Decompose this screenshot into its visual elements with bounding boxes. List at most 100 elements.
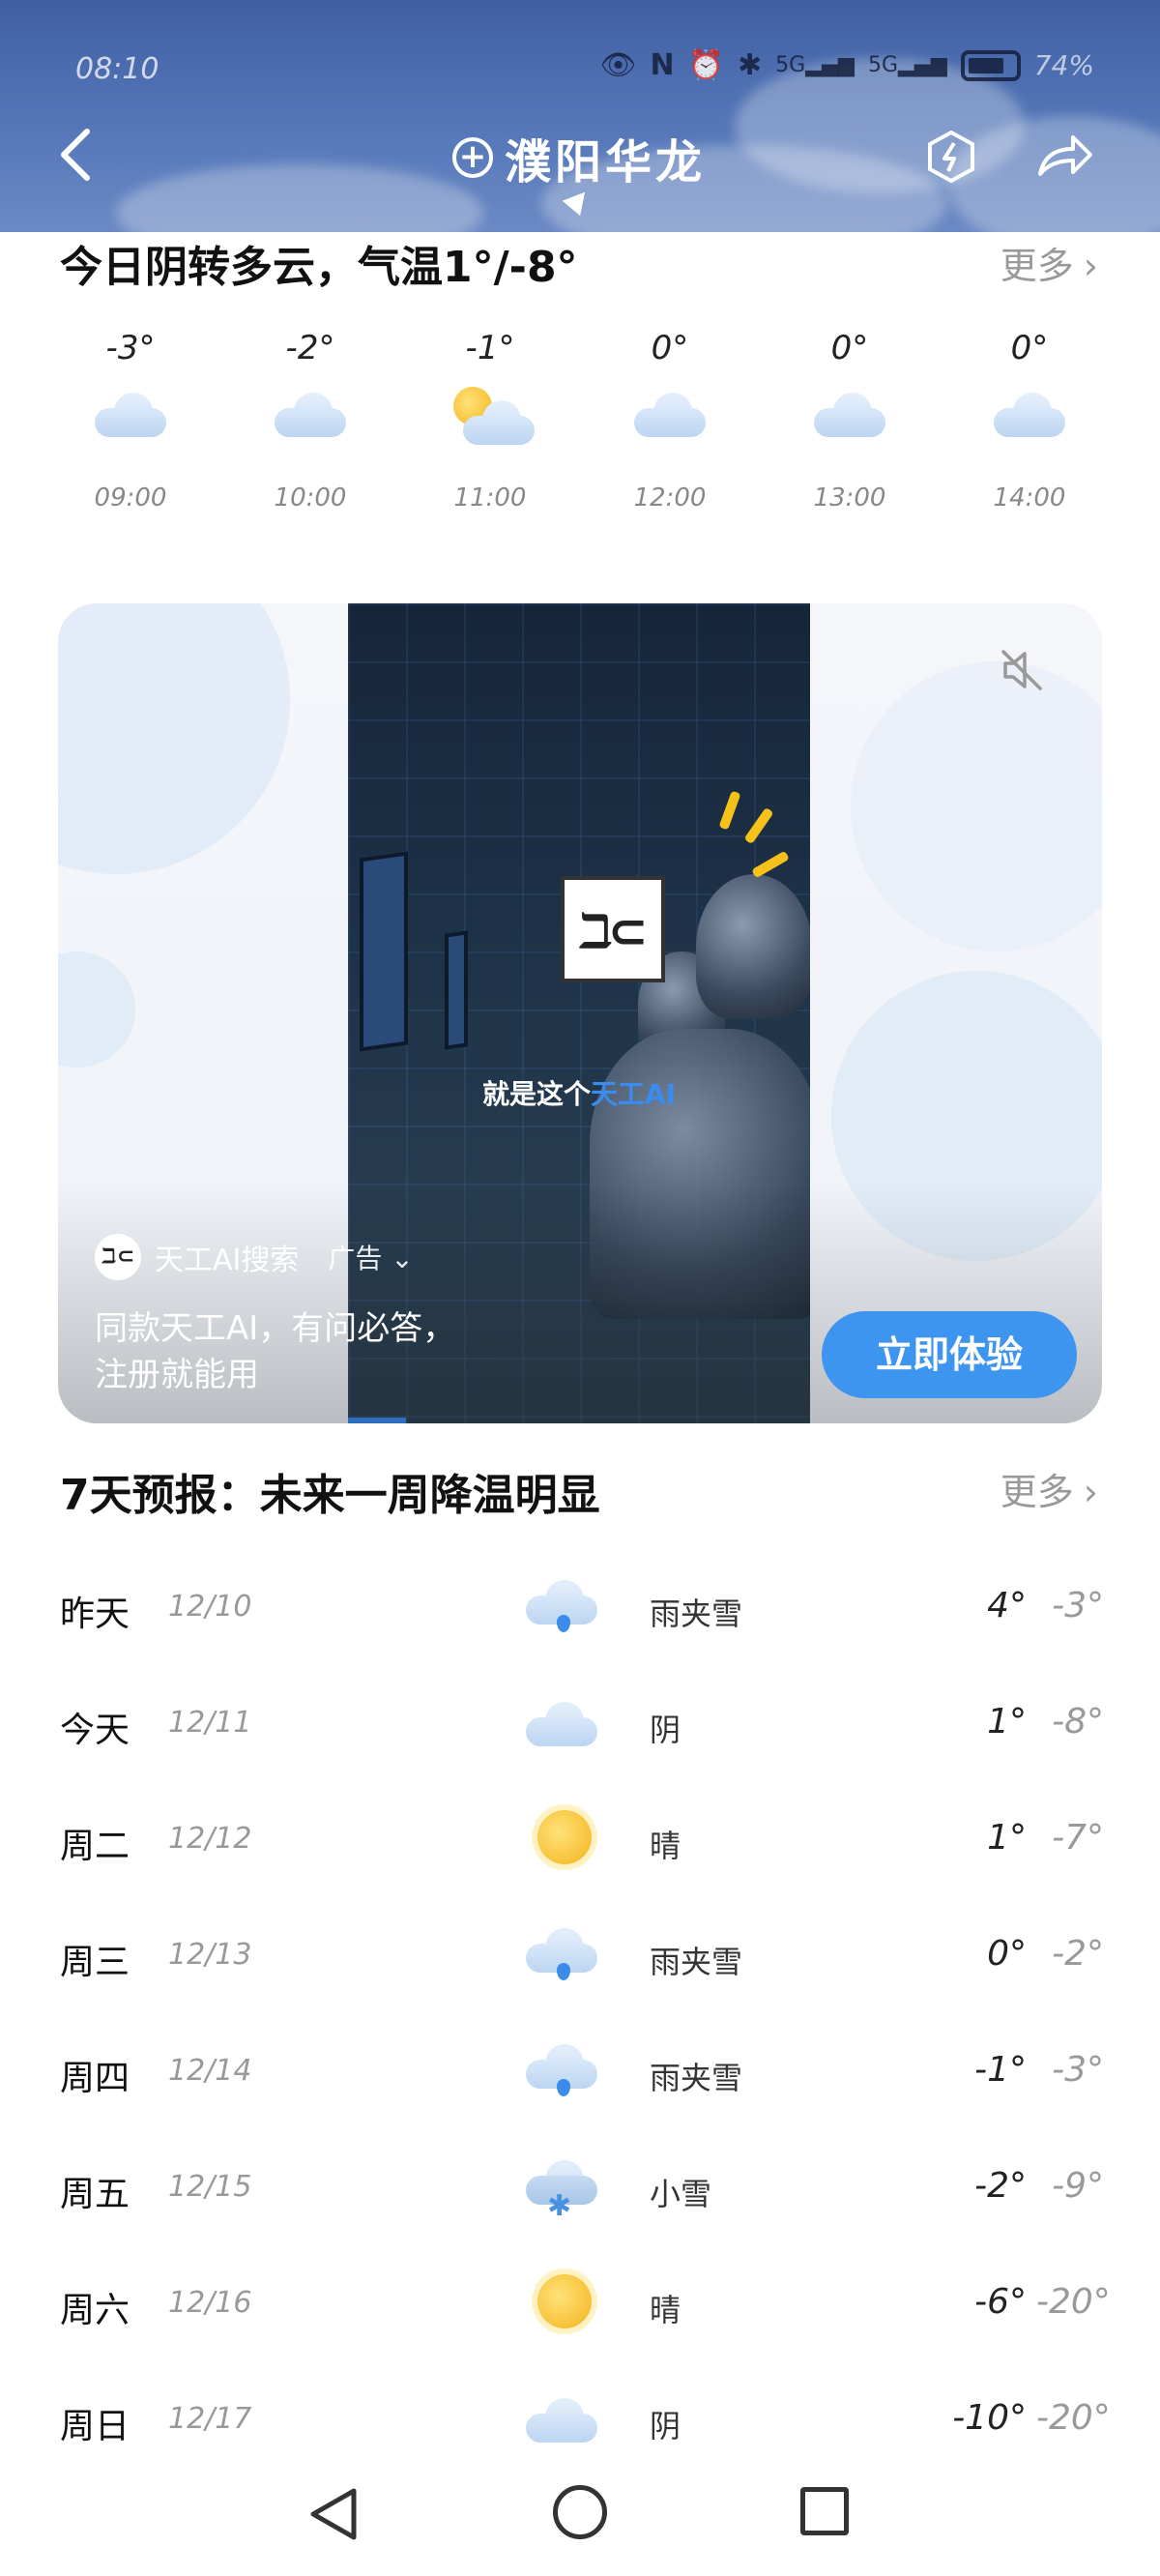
day-high: -1° (974, 2050, 1027, 2090)
monitor-graphic (445, 930, 468, 1050)
sleet-icon (518, 1920, 605, 1988)
cloud-icon (593, 377, 747, 464)
day-high: 4° (987, 1586, 1027, 1625)
back-button[interactable] (56, 126, 114, 193)
city-title: 濮阳华龙 (505, 135, 707, 190)
ad-brand: ℶ⊂ 天工AI搜索 广告 ⌄ (95, 1234, 414, 1280)
day-date: 12/12 (168, 1822, 252, 1856)
nfc-icon: N (650, 48, 675, 82)
day-low: -3° (1052, 1586, 1104, 1625)
day-high: 1° (987, 1818, 1027, 1858)
day-row[interactable]: 周六 12/16 晴 -6° -20° (60, 2265, 1111, 2342)
day-name: 周三 (60, 1943, 130, 1982)
hourly-item: -1° 11:00 (413, 329, 567, 512)
day-row[interactable]: 周日 12/17 阴 -10° -20° (60, 2381, 1111, 2458)
hour-time: 11:00 (453, 483, 527, 512)
day-high: -6° (974, 2282, 1027, 2322)
cloud-icon (53, 377, 208, 464)
speaker-mute-icon (1001, 650, 1042, 690)
hour-temp: -2° (285, 329, 335, 367)
day-row[interactable]: 周四 12/14 雨夹雪 -1° -3° (60, 2033, 1104, 2110)
week-more-link[interactable]: 更多 › (1000, 1462, 1098, 1515)
share-button[interactable] (1034, 130, 1094, 184)
day-name: 周四 (60, 2059, 130, 2098)
add-location-icon[interactable]: + (452, 137, 493, 178)
hourly-item: 0° 12:00 (593, 329, 747, 512)
tiangong-logo: ℶ⊂ (561, 876, 665, 982)
day-low: -8° (1052, 1702, 1104, 1742)
today-more-link[interactable]: 更多 › (1000, 236, 1098, 289)
day-condition: 阴 (650, 2408, 682, 2444)
chevron-right-icon: › (1083, 1471, 1098, 1513)
status-icons: 👁 N ⏰ ✱ 5G▂▄▆ 5G▂▄▆ 74% (599, 48, 1094, 82)
day-high: 0° (987, 1934, 1027, 1974)
day-high: 1° (987, 1702, 1027, 1742)
chevron-down-icon: ⌄ (391, 1243, 414, 1274)
day-low: -9° (1052, 2166, 1104, 2206)
day-row[interactable]: 今天 12/11 阴 1° -8° (60, 1684, 1104, 1762)
day-row[interactable]: 周二 12/12 晴 1° -7° (60, 1800, 1104, 1878)
hourly-item: -2° 10:00 (233, 329, 388, 512)
cloud-icon (952, 377, 1107, 464)
brand-name: 天工AI搜索 (155, 1244, 300, 1277)
logo-glyph: ℶ⊂ (578, 903, 649, 959)
day-condition: 晴 (650, 1828, 682, 1864)
hourly-item: 0° 14:00 (952, 329, 1107, 512)
city-selector[interactable]: + 濮阳华龙 (452, 124, 706, 191)
day-name: 周日 (60, 2407, 130, 2446)
day-condition: 雨夹雪 (650, 1944, 743, 1980)
mute-button[interactable] (998, 646, 1046, 694)
more-label: 更多 (1000, 245, 1074, 287)
day-date: 12/17 (168, 2402, 252, 2436)
day-date: 12/11 (168, 1706, 252, 1740)
alarm-icon: ⏰ (687, 48, 724, 82)
sleet-icon (518, 1572, 605, 1640)
day-low: -20° (1036, 2398, 1111, 2438)
try-now-button[interactable]: 立即体验 (822, 1311, 1077, 1398)
sleet-icon (518, 2036, 605, 2104)
day-condition: 雨夹雪 (650, 2060, 743, 2096)
cloud-icon (772, 377, 927, 464)
day-low: -2° (1052, 1934, 1104, 1974)
signal-icon: 5G▂▄▆ (867, 53, 947, 77)
day-condition: 晴 (650, 2292, 682, 2328)
more-label: 更多 (1000, 1471, 1074, 1513)
day-row[interactable]: 昨天 12/10 雨夹雪 4° -3° (60, 1568, 1104, 1646)
hour-temp: 0° (830, 329, 869, 367)
hourly-item: -3° 09:00 (53, 329, 208, 512)
robot-graphic (696, 874, 810, 1019)
day-date: 12/10 (168, 1590, 252, 1624)
hour-time: 10:00 (274, 483, 347, 512)
ad-card[interactable]: ℶ⊂ 就是这个天工AI ℶ⊂ 天工AI搜索 广告 ⌄ 同款天工AI，有问必答，注… (58, 603, 1102, 1423)
ad-tag[interactable]: 广告 ⌄ (328, 1238, 413, 1276)
hour-temp: -3° (105, 329, 156, 367)
monitor-graphic (360, 851, 408, 1052)
day-name: 今天 (60, 1711, 130, 1750)
nav-home-button[interactable] (553, 2485, 607, 2539)
day-row[interactable]: 周五 12/15 ✱ 小雪 -2° -9° (60, 2149, 1104, 2226)
week-title: 7天预报：未来一周降温明显 (60, 1471, 600, 1520)
chevron-right-icon: › (1083, 245, 1098, 287)
bg-bubble (58, 951, 135, 1068)
snow-icon: ✱ (518, 2152, 605, 2223)
day-name: 周六 (60, 2291, 130, 2330)
hexagon-lightning-button[interactable] (926, 130, 976, 184)
cloud-icon (233, 377, 388, 464)
today-summary: 今日阴转多云，气温1°/-8° (60, 243, 578, 292)
cloud-icon (518, 2385, 605, 2452)
day-row[interactable]: 周三 12/13 雨夹雪 0° -2° (60, 1917, 1104, 1994)
bg-bubble (58, 603, 290, 874)
share-icon (1038, 135, 1092, 176)
status-bar: 08:10 👁 N ⏰ ✱ 5G▂▄▆ 5G▂▄▆ 74% (0, 39, 1160, 106)
day-name: 昨天 (60, 1595, 130, 1634)
ad-description: 同款天工AI，有问必答，注册就能用 (95, 1309, 456, 1394)
nav-recent-apps-button[interactable] (800, 2487, 849, 2535)
eye-icon: 👁 (599, 48, 637, 82)
hour-temp: 0° (1010, 329, 1049, 367)
status-time: 08:10 (75, 52, 160, 86)
ad-tag-label: 广告 (328, 1243, 383, 1274)
header-bar: 08:10 👁 N ⏰ ✱ 5G▂▄▆ 5G▂▄▆ 74% + 濮阳华龙 (0, 0, 1160, 232)
day-date: 12/14 (168, 2054, 252, 2088)
nav-back-button[interactable] (307, 2485, 360, 2543)
hour-temp: -1° (465, 329, 515, 367)
